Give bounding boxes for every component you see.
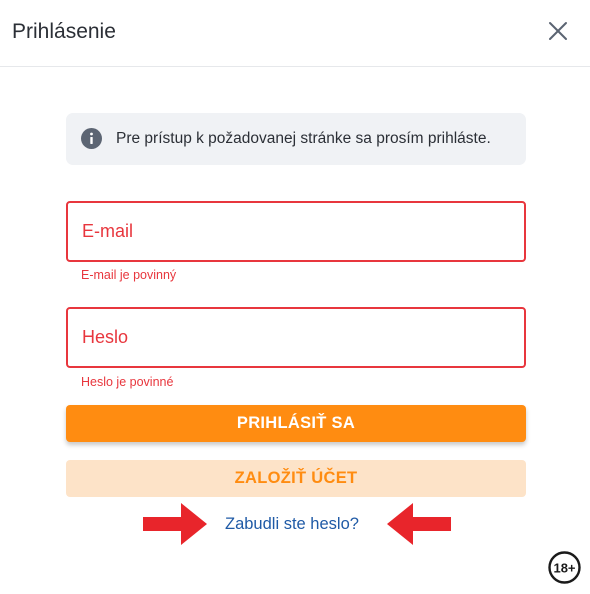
info-message-text: Pre prístup k požadovanej stránke sa pro… xyxy=(116,130,491,147)
red-arrow-icon xyxy=(387,503,451,545)
password-field[interactable] xyxy=(82,309,502,366)
info-icon xyxy=(81,128,102,149)
age-18-plus-badge: 18+ xyxy=(548,551,581,584)
info-message-box: Pre prístup k požadovanej stránke sa pro… xyxy=(66,113,526,165)
close-button[interactable] xyxy=(545,18,571,44)
red-arrow-icon xyxy=(143,503,207,545)
password-field-container xyxy=(66,307,526,368)
forgot-password-link[interactable]: Zabudli ste heslo? xyxy=(225,515,359,534)
age-18-plus-label: 18+ xyxy=(553,561,575,576)
login-dialog: Prihlásenie Pre prístup k požadovanej st… xyxy=(0,0,590,594)
password-error-message: Heslo je povinné xyxy=(81,375,174,389)
login-button[interactable]: PRIHLÁSIŤ SA xyxy=(66,405,526,442)
email-error-message: E-mail je povinný xyxy=(81,268,177,282)
create-account-button[interactable]: ZALOŽIŤ ÚČET xyxy=(66,460,526,497)
email-field[interactable] xyxy=(82,203,502,260)
close-icon xyxy=(549,22,567,40)
dialog-title: Prihlásenie xyxy=(12,20,116,43)
age-18-plus-icon: 18+ xyxy=(548,551,581,584)
dialog-header: Prihlásenie xyxy=(0,0,590,67)
email-field-container xyxy=(66,201,526,262)
